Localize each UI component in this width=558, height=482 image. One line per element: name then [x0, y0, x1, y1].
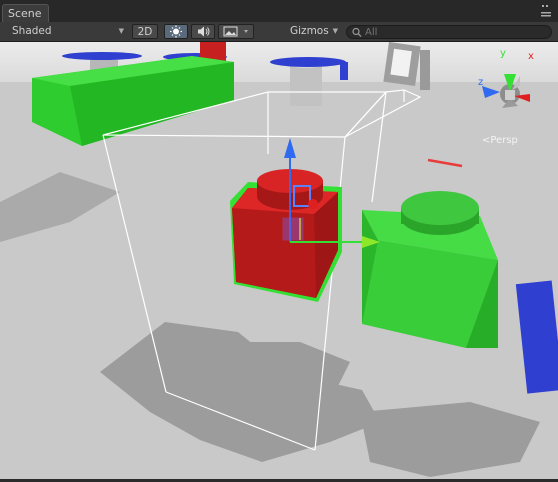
gizmo-label-x: x [528, 51, 534, 62]
sun-icon [170, 25, 182, 38]
audio-toggle-button[interactable] [191, 24, 215, 39]
scene-toolbar: Shaded ▼ 2D Gizmos ▼ [0, 22, 558, 42]
window-menu-icon[interactable] [540, 2, 552, 18]
effects-dropdown[interactable] [218, 24, 254, 39]
tab-scene[interactable]: Scene [2, 4, 49, 22]
chevron-down-icon: ▼ [118, 27, 124, 35]
gizmo-label-z: z [478, 77, 483, 88]
draw-mode-dropdown[interactable]: Shaded ▼ [6, 24, 128, 39]
gizmos-label: Gizmos [290, 25, 329, 37]
scene-canvas[interactable]: y x z <Persp [0, 40, 558, 479]
search-icon [352, 27, 362, 37]
lighting-toggle-button[interactable] [164, 24, 188, 39]
scene-viewport[interactable]: y x z <Persp [0, 40, 558, 479]
green-cube-object[interactable] [362, 191, 498, 348]
window-tab-bar: Scene [0, 0, 558, 22]
gizmos-dropdown[interactable]: Gizmos ▼ [284, 24, 342, 39]
chevron-down-icon: ▼ [332, 27, 338, 35]
search-field[interactable] [346, 25, 552, 39]
z-axis-handle [308, 199, 318, 209]
draw-mode-label: Shaded [12, 25, 52, 37]
search-input[interactable] [365, 26, 535, 38]
perspective-label[interactable]: <Persp [482, 135, 518, 146]
audio-icon [198, 26, 210, 37]
image-effects-icon [223, 26, 248, 37]
gizmo-label-y: y [500, 48, 506, 59]
2d-toggle-button[interactable]: 2D [132, 24, 158, 39]
